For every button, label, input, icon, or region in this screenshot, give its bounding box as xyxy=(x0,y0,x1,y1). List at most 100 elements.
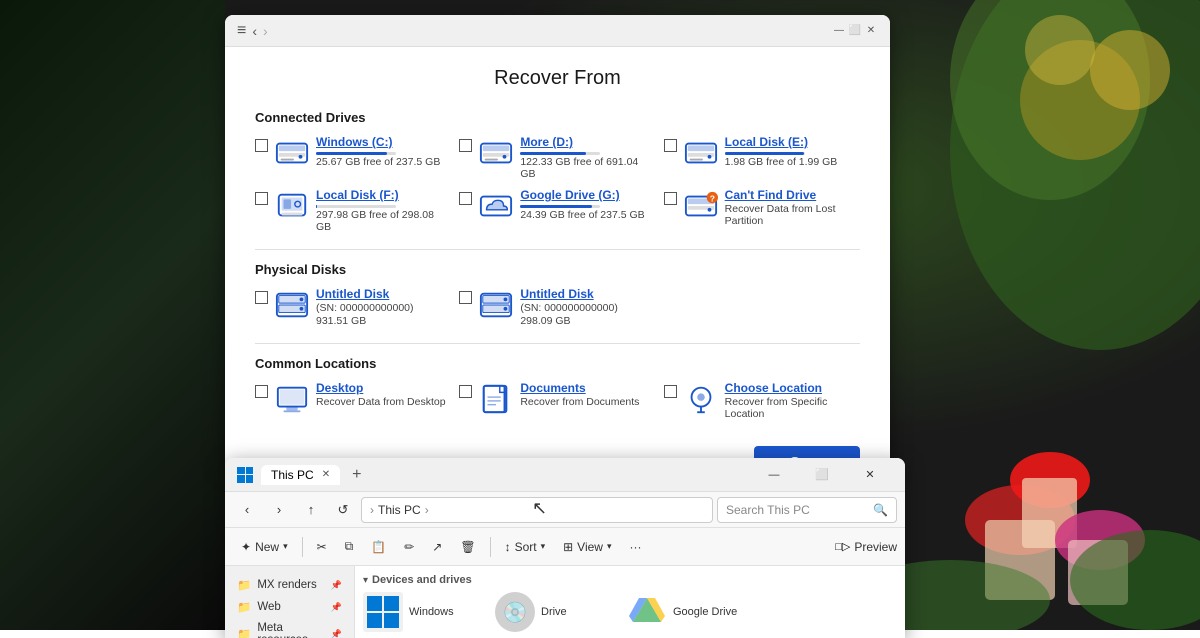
disk-size-1: 931.51 GB xyxy=(316,315,451,327)
explorer-minimize-button[interactable]: — xyxy=(751,459,797,491)
address-bar[interactable]: › This PC › xyxy=(361,497,713,523)
forward-button[interactable]: › xyxy=(265,496,293,524)
titlebar-controls: ≡ ‹ › xyxy=(237,22,268,40)
maximize-button[interactable]: ⬜ xyxy=(848,24,862,38)
location-name-desktop[interactable]: Desktop xyxy=(316,381,451,395)
location-checkbox-choose[interactable] xyxy=(664,385,677,398)
drive-space-local-e: 1.98 GB free of 1.99 GB xyxy=(725,156,860,168)
sort-icon: ↕ xyxy=(505,540,511,554)
close-button[interactable]: ✕ xyxy=(864,24,878,38)
win-logo-br xyxy=(246,475,254,483)
location-item-choose: Choose Location Recover from Specific Lo… xyxy=(664,381,860,420)
search-placeholder-text: Search This PC xyxy=(726,503,810,517)
physical-disks-label: Physical Disks xyxy=(255,262,860,277)
delete-button[interactable]: 🗑 xyxy=(452,532,483,562)
drive-name-local-e[interactable]: Local Disk (E:) xyxy=(725,135,860,149)
refresh-button[interactable]: ↺ xyxy=(329,496,357,524)
back-button[interactable]: ‹ xyxy=(233,496,261,524)
location-checkbox-documents[interactable] xyxy=(459,385,472,398)
view-button[interactable]: ⊞ View ▾ xyxy=(555,532,619,562)
windows-logo-icon xyxy=(237,467,253,483)
paste-button[interactable]: 📋 xyxy=(363,532,394,562)
location-checkbox-desktop[interactable] xyxy=(255,385,268,398)
drive-checkbox-windows-c[interactable] xyxy=(255,139,268,152)
sidebar-item-mx-renders[interactable]: 📁 MX renders 📌 xyxy=(225,574,354,596)
explorer-toolbar: ✦ New ▾ ✂ ⧉ 📋 ✏ ↗ 🗑 ↕ Sort ▾ ⊞ xyxy=(225,528,905,566)
drive-name-local-f[interactable]: Local Disk (F:) xyxy=(316,188,451,202)
disk-name-2[interactable]: Untitled Disk xyxy=(520,287,655,301)
address-path: This PC xyxy=(378,503,421,517)
sidebar-item-web[interactable]: 📁 Web 📌 xyxy=(225,596,354,618)
tab-close-button[interactable]: ✕ xyxy=(322,469,330,480)
drive-name-cant-find[interactable]: Can't Find Drive xyxy=(725,188,860,202)
toolbar-separator-1 xyxy=(302,537,303,557)
share-button[interactable]: ↗ xyxy=(424,532,450,562)
explorer-close-button[interactable]: ✕ xyxy=(847,459,893,491)
device-item-windows[interactable]: Windows xyxy=(363,592,483,632)
device-item-google-drive[interactable]: Google Drive xyxy=(627,592,747,632)
cut-button[interactable]: ✂ xyxy=(309,532,335,562)
back-icon[interactable]: ‹ xyxy=(252,23,257,39)
physical-disk-icon-1 xyxy=(275,288,309,322)
disk-icon-2 xyxy=(478,287,514,323)
location-name-documents[interactable]: Documents xyxy=(520,381,655,395)
disk-item-2: Untitled Disk (SN: 000000000000) 298.09 … xyxy=(459,287,655,327)
up-button[interactable]: ↑ xyxy=(297,496,325,524)
disk-item-1: Untitled Disk (SN: 000000000000) 931.51 … xyxy=(255,287,451,327)
preview-icon: □▷ xyxy=(835,540,850,553)
device-name-google: Google Drive xyxy=(673,606,737,618)
search-bar[interactable]: Search This PC 🔍 xyxy=(717,497,897,523)
drive-space-google-g: 24.39 GB free of 237.5 GB xyxy=(520,209,655,221)
drive-checkbox-local-e[interactable] xyxy=(664,139,677,152)
location-desc-documents: Recover from Documents xyxy=(520,396,655,408)
common-locations-label: Common Locations xyxy=(255,356,860,371)
minimize-button[interactable]: — xyxy=(832,24,846,38)
new-chevron-icon: ▾ xyxy=(283,541,288,552)
recovery-titlebar: ≡ ‹ › — ⬜ ✕ xyxy=(225,15,890,47)
drive-checkbox-google-g[interactable] xyxy=(459,192,472,205)
view-icon: ⊞ xyxy=(563,540,573,554)
drive-name-google-g[interactable]: Google Drive (G:) xyxy=(520,188,655,202)
device-name-other: Drive xyxy=(541,606,567,618)
address-separator-2: › xyxy=(425,503,429,517)
new-tab-button[interactable]: + xyxy=(352,466,361,484)
physical-disks-grid: Untitled Disk (SN: 000000000000) 931.51 … xyxy=(255,287,860,327)
drive-checkbox-cant-find[interactable] xyxy=(664,192,677,205)
explorer-title-left: This PC ✕ + xyxy=(237,465,361,485)
drive-bar-fill-more-d xyxy=(520,152,586,155)
new-button[interactable]: ✦ New ▾ xyxy=(233,532,296,562)
explorer-restore-button[interactable]: ⬜ xyxy=(799,459,845,491)
location-name-choose[interactable]: Choose Location xyxy=(725,381,860,395)
recovery-dialog-title: Recover From xyxy=(255,67,860,90)
drive-checkbox-local-f[interactable] xyxy=(255,192,268,205)
tab-this-pc-label: This PC xyxy=(271,468,314,482)
device-item-other[interactable]: 💿 Drive xyxy=(495,592,615,632)
menu-icon[interactable]: ≡ xyxy=(237,22,246,40)
location-desc-choose: Recover from Specific Location xyxy=(725,396,860,420)
drive-checkbox-more-d[interactable] xyxy=(459,139,472,152)
sort-button[interactable]: ↕ Sort ▾ xyxy=(497,532,554,562)
disk-name-1[interactable]: Untitled Disk xyxy=(316,287,451,301)
disk-info-1: Untitled Disk (SN: 000000000000) 931.51 … xyxy=(316,287,451,327)
rename-button[interactable]: ✏ xyxy=(396,532,422,562)
view-label: View xyxy=(577,540,603,554)
disk-checkbox-2[interactable] xyxy=(459,291,472,304)
devices-section-header: ▾ Devices and drives xyxy=(363,574,897,586)
drive-icon-local-f xyxy=(274,188,310,224)
drive-info-local-e: Local Disk (E:) 1.98 GB free of 1.99 GB xyxy=(725,135,860,168)
win-logo-tl xyxy=(237,467,245,475)
collapse-chevron-icon[interactable]: ▾ xyxy=(363,575,368,586)
explorer-window: This PC ✕ + — ⬜ ✕ ‹ › ↑ ↺ › This PC › Se… xyxy=(225,458,905,638)
sort-chevron-icon: ▾ xyxy=(541,541,546,552)
copy-button[interactable]: ⧉ xyxy=(337,532,362,562)
drive-bar-fill-local-f xyxy=(316,205,317,208)
more-icon: ··· xyxy=(630,540,642,554)
search-icon: 🔍 xyxy=(873,503,888,517)
disk-checkbox-1[interactable] xyxy=(255,291,268,304)
more-button[interactable]: ··· xyxy=(622,532,650,562)
forward-icon[interactable]: › xyxy=(263,23,268,39)
drive-name-more-d[interactable]: More (D:) xyxy=(520,135,655,149)
drive-item-windows-c: Windows (C:) 25.67 GB free of 237.5 GB xyxy=(255,135,451,180)
sidebar-item-meta[interactable]: 📁 Meta resources 📌 xyxy=(225,618,354,638)
drive-name-windows-c[interactable]: Windows (C:) xyxy=(316,135,451,149)
